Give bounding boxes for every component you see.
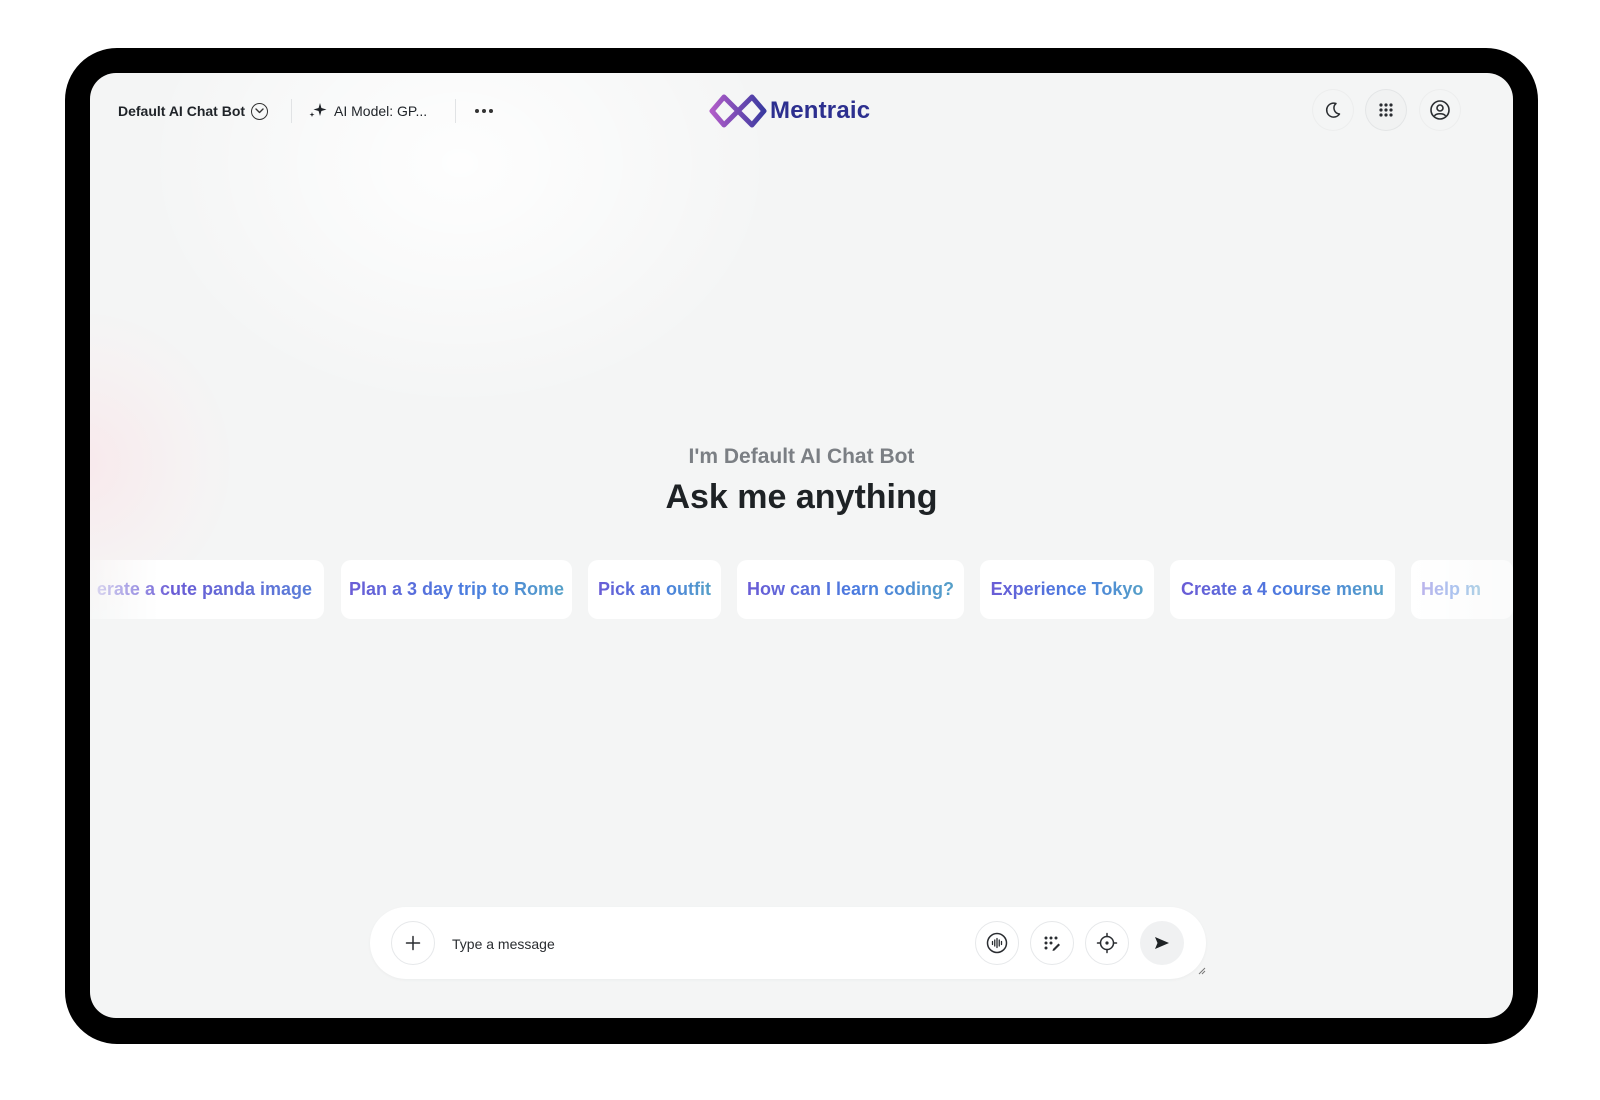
bot-selector-label: Default AI Chat Bot [118, 103, 246, 119]
voice-input-button[interactable] [975, 921, 1019, 965]
brand-logo[interactable]: Mentraic [708, 91, 870, 131]
suggestion-chip[interactable]: Pick an outfit [588, 560, 721, 619]
bot-intro-subtitle: I'm Default AI Chat Bot [688, 445, 915, 468]
suggestion-chip[interactable]: How can I learn coding? [737, 560, 964, 619]
plus-icon [405, 935, 421, 951]
more-options-button[interactable] [472, 99, 496, 123]
suggestion-chip[interactable]: Plan a 3 day trip to Rome [341, 560, 572, 619]
suggestion-chip-label: How can I learn coding? [746, 579, 955, 599]
sparkle-icon [308, 102, 328, 121]
target-button[interactable] [1085, 921, 1129, 965]
user-circle-icon [1430, 100, 1450, 120]
brand-name: Mentraic [770, 97, 871, 124]
chevron-down-circle-icon [251, 102, 269, 120]
model-selector-label: AI Model: GP... [334, 103, 428, 119]
audio-waveform-icon [986, 932, 1008, 954]
send-button[interactable] [1140, 921, 1184, 965]
suggestion-chip[interactable]: Create a 4 course menu [1170, 560, 1395, 619]
magic-dots-icon [1044, 936, 1060, 951]
suggestion-chip-label: erate a cute panda image [96, 579, 312, 599]
resize-handle-icon[interactable] [1196, 965, 1206, 975]
apps-button[interactable] [1366, 90, 1406, 130]
suggestion-chip-label: Plan a 3 day trip to Rome [348, 579, 565, 599]
prompt-templates-button[interactable] [1030, 921, 1074, 965]
suggestion-chip[interactable]: erate a cute panda image [90, 560, 324, 619]
theme-toggle-button[interactable] [1313, 90, 1353, 130]
suggestion-chip-label: Create a 4 course menu [1180, 579, 1385, 599]
more-dot [482, 109, 486, 113]
bot-selector[interactable]: Default AI Chat Bot [118, 99, 269, 123]
model-selector[interactable]: AI Model: GP... [308, 99, 427, 123]
more-horizontal-icon [475, 109, 479, 113]
more-dot [489, 109, 493, 113]
profile-button[interactable] [1420, 90, 1460, 130]
message-input[interactable] [450, 929, 954, 959]
app-screen: Default AI Chat Bot AI Model: GP... Ment… [90, 73, 1513, 1018]
divider [291, 99, 292, 123]
suggestion-chip-label: Pick an outfit [597, 579, 711, 599]
crosshair-icon [1096, 932, 1118, 954]
grid-icon [1379, 103, 1393, 117]
suggestion-chip[interactable]: Experience Tokyo [980, 560, 1154, 619]
top-bar: Default AI Chat Bot AI Model: GP... Ment… [90, 73, 1513, 149]
attach-button[interactable] [391, 921, 435, 965]
suggestion-chip[interactable]: Help m [1411, 560, 1513, 619]
moon-icon [1325, 102, 1341, 118]
suggestion-chip-label: Help m [1421, 579, 1482, 599]
message-composer [370, 907, 1206, 979]
suggestion-chip-label: Experience Tokyo [990, 579, 1144, 599]
infinity-logo-icon [709, 94, 767, 128]
page-title: Ask me anything [665, 478, 938, 516]
divider [455, 99, 456, 123]
device-frame: Default AI Chat Bot AI Model: GP... Ment… [65, 48, 1538, 1044]
send-icon [1155, 937, 1169, 949]
suggestion-carousel: erate a cute panda image Plan a 3 day tr… [90, 560, 1513, 620]
